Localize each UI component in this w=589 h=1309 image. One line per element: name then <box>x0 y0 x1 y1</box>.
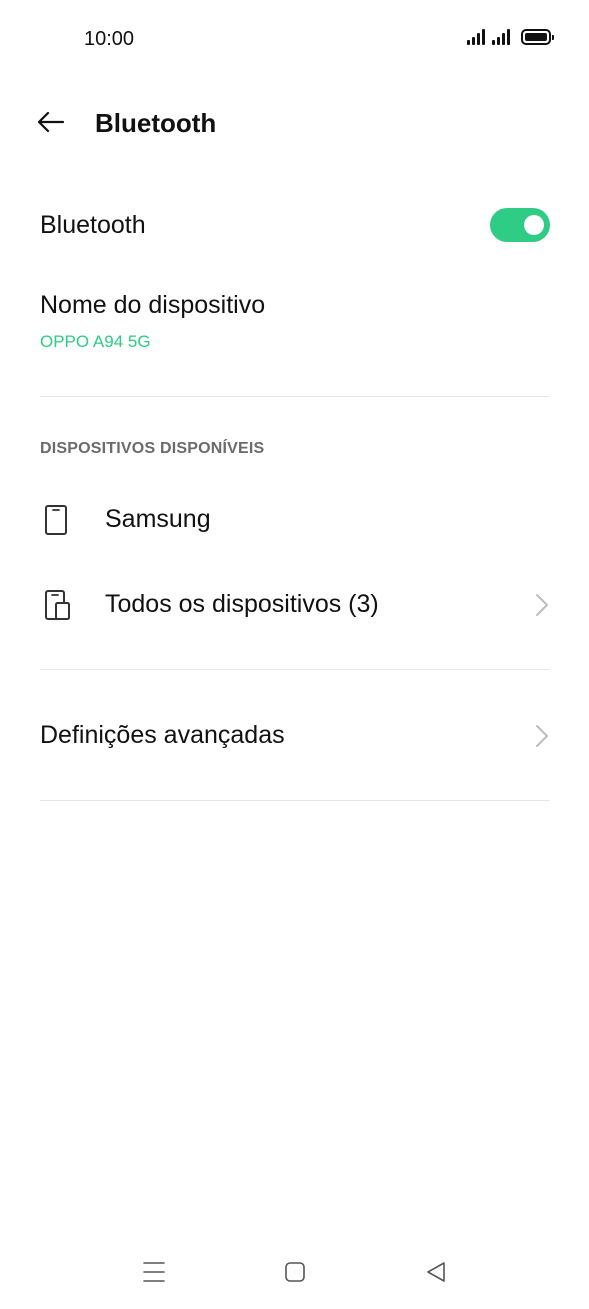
home-icon[interactable] <box>284 1260 306 1284</box>
menu-icon[interactable] <box>143 1260 165 1284</box>
toggle-knob <box>524 215 544 235</box>
advanced-settings-row[interactable]: Definições avançadas <box>0 705 589 767</box>
device-item-label: Samsung <box>105 505 211 533</box>
signal-sim1-icon <box>467 29 485 45</box>
device-name-label: Nome do dispositivo <box>40 291 266 319</box>
status-time: 10:00 <box>84 28 135 50</box>
device-name-row[interactable]: Nome do dispositivo <box>0 280 589 370</box>
divider <box>40 669 550 670</box>
battery-icon <box>521 29 554 45</box>
app-bar: Bluetooth <box>0 95 589 151</box>
page-title: Bluetooth <box>95 108 217 138</box>
chevron-right-icon <box>536 725 548 747</box>
bluetooth-toggle-switch[interactable] <box>490 208 550 242</box>
multi-device-icon <box>45 590 70 620</box>
status-bar: 10:00 <box>0 0 589 80</box>
phone-icon <box>45 505 67 535</box>
status-icons <box>467 29 554 45</box>
signal-sim2-icon <box>492 29 510 45</box>
back-button[interactable] <box>36 107 66 137</box>
advanced-settings-label: Definições avançadas <box>40 721 285 749</box>
back-triangle-icon[interactable] <box>425 1260 447 1284</box>
bluetooth-label: Bluetooth <box>40 211 146 239</box>
chevron-right-icon <box>536 594 548 616</box>
device-item-label: Todos os dispositivos (3) <box>105 590 379 618</box>
divider <box>40 800 550 801</box>
divider <box>40 396 550 397</box>
device-item-samsung[interactable]: Samsung <box>0 490 589 550</box>
section-header-available-devices: DISPOSITIVOS DISPONÍVEIS <box>40 440 265 457</box>
system-nav-bar <box>0 1250 589 1298</box>
device-item-all-devices[interactable]: Todos os dispositivos (3) <box>0 575 589 635</box>
arrow-left-icon <box>37 111 65 133</box>
device-name-value: OPPO A94 5G <box>40 332 151 351</box>
